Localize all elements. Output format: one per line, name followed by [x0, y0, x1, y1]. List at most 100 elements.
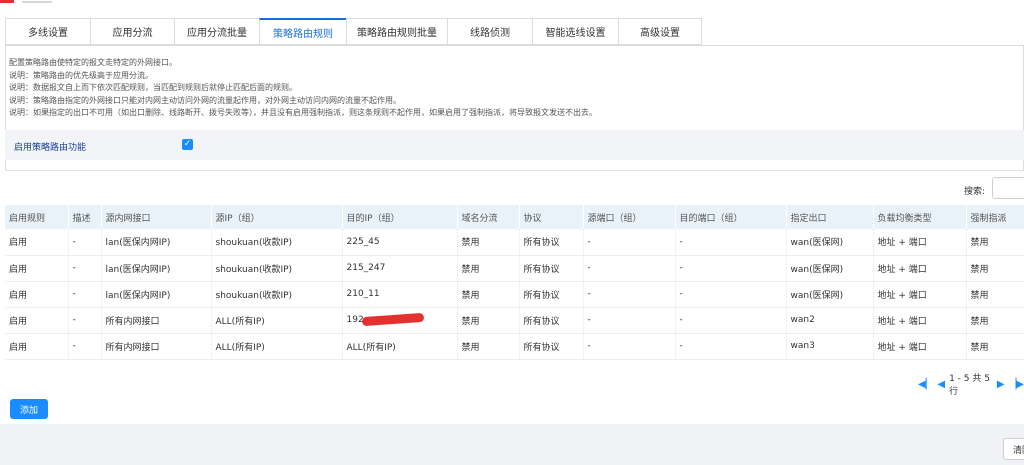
cell-domain-split: 禁用 [457, 255, 520, 282]
cell-domain-split: 禁用 [457, 333, 520, 360]
cell-desc: - [68, 307, 102, 334]
cell-enable: 启用 [5, 255, 69, 282]
search-input[interactable] [992, 177, 1024, 199]
col-header-dst-ip[interactable]: 目的IP（组） [342, 205, 458, 229]
tab-line-detect[interactable]: 线路侦测 [447, 18, 532, 45]
col-header-protocol[interactable]: 协议 [519, 205, 584, 229]
add-button[interactable]: 添加 [10, 399, 48, 419]
cell-protocol: 所有协议 [519, 307, 584, 334]
cell-src-ip: ALL(所有IP) [211, 307, 343, 334]
tab-app-split-batch[interactable]: 应用分流批量 [174, 18, 259, 45]
cell-force: 禁用 [966, 333, 1024, 360]
cell-lb-type: 地址 + 端口 [873, 281, 967, 308]
redaction-mark [361, 312, 424, 327]
cell-desc: - [68, 333, 102, 360]
cell-dst-ip: 210_11 [342, 281, 458, 308]
cell-enable: 启用 [5, 307, 69, 334]
cell-dst-ip: ALL(所有IP) [342, 333, 458, 360]
cell-dst-port: - [675, 307, 787, 334]
table-row[interactable]: 启用 - 所有内网接口 ALL(所有IP) ALL(所有IP) 禁用 所有协议 … [5, 333, 1024, 360]
prev-page-icon[interactable]: ◀ [937, 379, 945, 390]
cell-domain-split: 禁用 [457, 281, 520, 308]
cell-dst-port: - [675, 255, 787, 282]
top-header-strip [0, 0, 1024, 10]
tab-advanced[interactable]: 高级设置 [618, 18, 702, 45]
tab-policy-route[interactable]: 策略路由规则 [259, 18, 346, 45]
cell-src-iface: 所有内网接口 [101, 333, 212, 360]
next-page-icon[interactable]: ▶ [997, 379, 1005, 390]
cell-src-iface: lan(医保内网IP) [101, 229, 212, 256]
cell-protocol: 所有协议 [519, 333, 584, 360]
note-line: 配置策略路由使特定的报文走特定的外网接口。 [9, 58, 177, 67]
bottom-strip [0, 424, 1024, 465]
note-line: 说明：数据报文自上而下依次匹配规则，当匹配到规则后就停止匹配后面的规则。 [9, 83, 297, 92]
cell-dst-ip: 225_45 [342, 229, 458, 256]
tab-app-split[interactable]: 应用分流 [90, 18, 174, 45]
col-header-dst-port[interactable]: 目的端口（组） [675, 205, 787, 229]
cell-force: 禁用 [966, 255, 1024, 282]
cell-src-port: - [583, 229, 676, 256]
cell-src-port: - [583, 281, 676, 308]
cell-src-iface: 所有内网接口 [101, 307, 212, 334]
cell-egress: wan3 [786, 333, 874, 360]
cell-egress: wan2 [786, 307, 874, 334]
first-page-icon[interactable]: ◀▏ [918, 379, 933, 390]
cell-src-ip: shoukuan(收款IP) [211, 229, 343, 256]
col-header-enable[interactable]: 启用规则 [5, 205, 69, 229]
cell-desc: - [68, 281, 102, 308]
note-line: 说明：如果指定的出口不可用（如出口删除、线路断开、拨号失败等），并且没有启用强制… [9, 108, 597, 117]
cell-protocol: 所有协议 [519, 229, 584, 256]
cell-src-port: - [583, 307, 676, 334]
cell-lb-type: 地址 + 端口 [873, 333, 967, 360]
cell-enable: 启用 [5, 333, 69, 360]
cell-src-ip: shoukuan(收款IP) [211, 255, 343, 282]
col-header-domain-split[interactable]: 域名分流 [457, 205, 520, 229]
col-header-src-port[interactable]: 源端口（组） [583, 205, 676, 229]
note-line: 说明：策略路由指定的外网接口只能对内网主动访问外网的流量起作用，对外网主动访问内… [9, 95, 401, 105]
search-label: 搜索: [964, 187, 986, 197]
clear-button[interactable]: 清除 [1003, 438, 1024, 460]
cell-src-iface: lan(医保内网IP) [101, 281, 212, 308]
cell-src-iface: lan(医保内网IP) [101, 255, 212, 282]
cell-src-port: - [583, 255, 676, 282]
col-header-force[interactable]: 强制指派 [966, 205, 1024, 229]
col-header-egress[interactable]: 指定出口 [786, 205, 874, 229]
cell-src-ip: shoukuan(收款IP) [211, 281, 343, 308]
tab-smart-line[interactable]: 智能选线设置 [532, 18, 618, 45]
cell-src-port: - [583, 333, 676, 360]
enable-policy-checkbox[interactable]: ✓ [182, 139, 193, 150]
cell-egress: wan(医保网) [786, 255, 874, 282]
table-row[interactable]: 启用 - lan(医保内网IP) shoukuan(收款IP) 215_247 … [5, 255, 1024, 282]
last-page-icon[interactable]: ▕▶ [1009, 379, 1024, 390]
cell-dst-ip: 192 [342, 307, 458, 334]
table-header-row: 启用规则 描述 源内网接口 源IP（组） 目的IP（组） 域名分流 协议 源端口… [5, 205, 1024, 229]
note-line: 说明：策略路由的优先级高于应用分流。 [9, 70, 153, 80]
tab-policy-route-batch[interactable]: 策略路由规则批量 [346, 18, 447, 45]
col-header-desc[interactable]: 描述 [68, 205, 102, 229]
cell-force: 禁用 [966, 281, 1024, 308]
enable-policy-bar: 启用策略路由功能 ✓ [5, 130, 1024, 160]
cell-force: 禁用 [966, 307, 1024, 334]
cell-dst-port: - [675, 229, 787, 256]
cell-src-ip: ALL(所有IP) [211, 333, 343, 360]
cell-domain-split: 禁用 [457, 307, 520, 334]
notes-block: 配置策略路由使特定的报文走特定的外网接口。 说明：策略路由的优先级高于应用分流。… [9, 57, 597, 120]
cell-lb-type: 地址 + 端口 [873, 229, 967, 256]
col-header-lb-type[interactable]: 负载均衡类型 [873, 205, 967, 229]
col-header-src-iface[interactable]: 源内网接口 [101, 205, 212, 229]
col-header-src-ip[interactable]: 源IP（组） [211, 205, 343, 229]
cell-desc: - [68, 255, 102, 282]
pager: ◀▏ ◀ 1 - 5 共 5 行 ▶ ▕▶ [918, 371, 1024, 397]
table-row[interactable]: 启用 - lan(医保内网IP) shoukuan(收款IP) 225_45 禁… [5, 229, 1024, 256]
cell-lb-type: 地址 + 端口 [873, 307, 967, 334]
pager-text: 1 - 5 共 5 行 [949, 374, 990, 397]
tab-bar: 多线设置 应用分流 应用分流批量 策略路由规则 策略路由规则批量 线路侦测 智能… [5, 18, 702, 45]
tab-multiline[interactable]: 多线设置 [5, 18, 90, 45]
cell-protocol: 所有协议 [519, 255, 584, 282]
table-row[interactable]: 启用 - lan(医保内网IP) shoukuan(收款IP) 210_11 禁… [5, 281, 1024, 308]
cell-egress: wan(医保网) [786, 281, 874, 308]
brand-text-placeholder [22, 1, 52, 3]
cell-lb-type: 地址 + 端口 [873, 255, 967, 282]
cell-enable: 启用 [5, 281, 69, 308]
table-row[interactable]: 启用 - 所有内网接口 ALL(所有IP) 192 禁用 所有协议 - - wa… [5, 307, 1024, 334]
